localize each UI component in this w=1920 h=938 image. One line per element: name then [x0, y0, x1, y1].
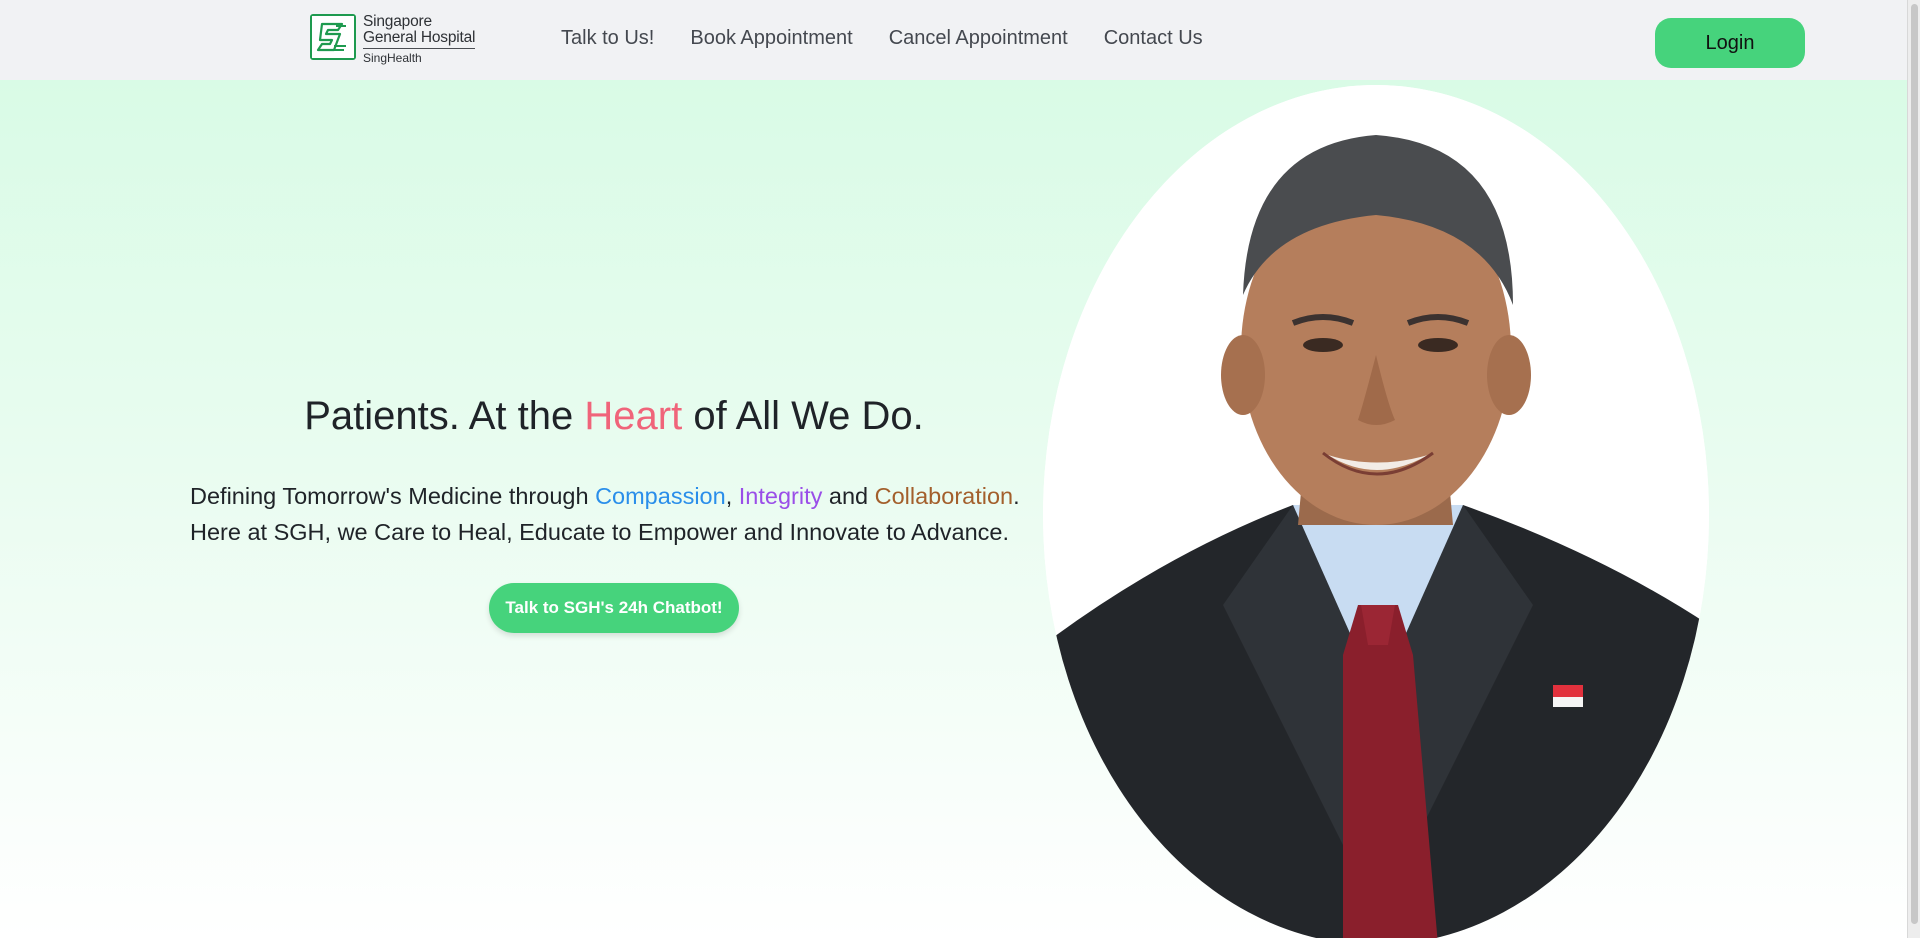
headline-text-before: Patients. At the — [304, 394, 585, 438]
logo-line-singapore: Singapore — [363, 13, 432, 30]
tagline-end: . — [1013, 483, 1020, 509]
main-nav: Talk to Us! Book Appointment Cancel Appo… — [561, 27, 1203, 50]
top-navbar: Singapore General Hospital SingHealth Ta… — [0, 0, 1907, 80]
page-scrollbar[interactable] — [1907, 0, 1920, 938]
tagline-integrity: Integrity — [738, 483, 823, 509]
headline-text-after: of All We Do. — [682, 394, 924, 438]
tagline-line-values: Defining Tomorrow's Medicine through Com… — [190, 478, 1070, 514]
sgh-logo[interactable]: Singapore General Hospital SingHealth — [310, 14, 482, 66]
nav-link-cancel-appointment[interactable]: Cancel Appointment — [889, 27, 1068, 50]
chatbot-cta-button[interactable]: Talk to SGH's 24h Chatbot! — [489, 583, 739, 633]
nav-link-contact-us[interactable]: Contact Us — [1104, 27, 1203, 50]
portrait-photo — [1043, 85, 1709, 938]
nav-link-talk-to-us[interactable]: Talk to Us! — [561, 27, 654, 50]
logo-line-singhealth: SingHealth — [363, 51, 422, 65]
tagline-line-mission: Here at SGH, we Care to Heal, Educate to… — [190, 519, 1010, 545]
portrait-illustration — [1043, 85, 1709, 938]
login-button[interactable]: Login — [1655, 18, 1805, 68]
tagline-collaboration: Collaboration — [874, 483, 1014, 509]
sgh-logo-mark-icon — [310, 14, 356, 60]
tagline-sep-1: , — [725, 483, 739, 509]
logo-line-general-hospital: General Hospital — [363, 30, 475, 49]
tagline-prefix: Defining Tomorrow's Medicine through — [190, 483, 596, 509]
sgh-logo-wordmark: Singapore General Hospital SingHealth — [363, 14, 475, 66]
tagline-compassion: Compassion — [595, 483, 726, 509]
headline-accent-heart: Heart — [584, 394, 683, 438]
scrollbar-thumb[interactable] — [1911, 4, 1918, 924]
hero-tagline: Defining Tomorrow's Medicine through Com… — [190, 478, 1070, 550]
hero-section: Patients. At the Heart of All We Do. Def… — [0, 80, 1907, 938]
hero-headline: Patients. At the Heart of All We Do. — [0, 394, 1228, 439]
nav-link-book-appointment[interactable]: Book Appointment — [690, 27, 852, 50]
tagline-sep-2: and — [822, 483, 875, 509]
